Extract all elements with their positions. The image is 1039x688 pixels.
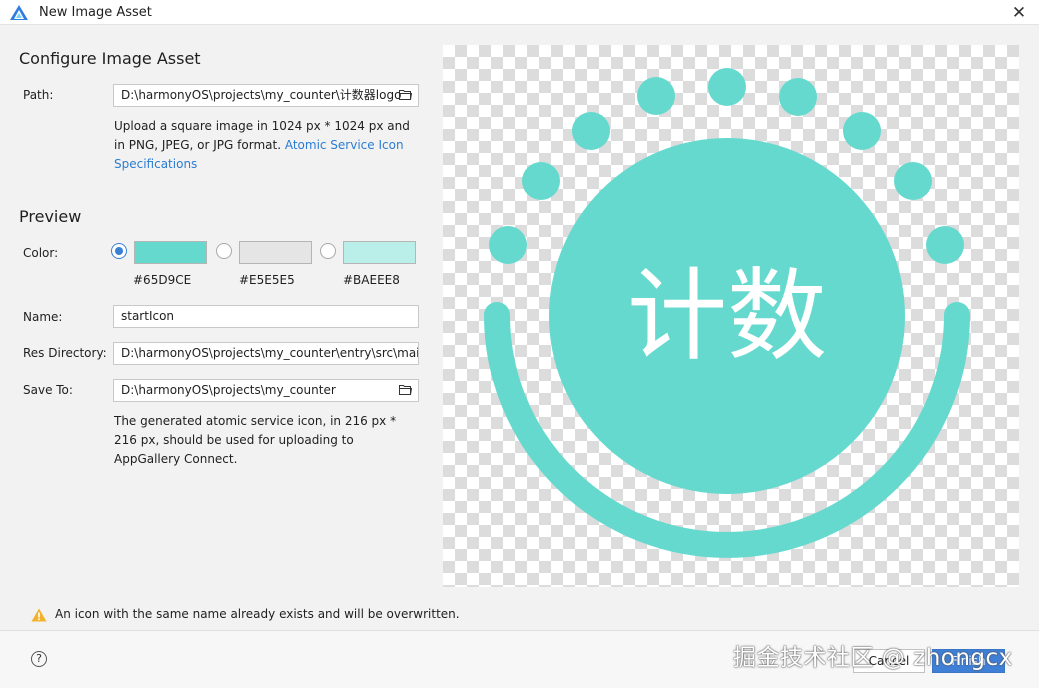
name-input[interactable]: startIcon: [113, 305, 419, 328]
icon-preview-image: 计数: [484, 68, 970, 558]
save-to-value: D:\harmonyOS\projects\my_counter: [121, 383, 336, 397]
upload-help-text: Upload a square image in 1024 px * 1024 …: [114, 117, 414, 174]
window-title: New Image Asset: [39, 5, 152, 20]
title-bar: New Image Asset ✕: [0, 0, 1039, 25]
color-label: Color:: [23, 246, 59, 260]
color-label-2: #E5E5E5: [239, 273, 295, 287]
save-note-text: The generated atomic service icon, in 21…: [114, 414, 397, 466]
res-directory-value: D:\harmonyOS\projects\my_counter\entry\s…: [121, 346, 419, 360]
folder-icon[interactable]: [399, 384, 412, 395]
close-icon[interactable]: ✕: [1009, 3, 1029, 23]
preview-section-title: Preview: [19, 207, 82, 226]
path-label: Path:: [23, 88, 54, 102]
name-label: Name:: [23, 310, 63, 324]
icon-preview: 计数: [443, 45, 1019, 587]
color-radio-2[interactable]: [216, 243, 232, 259]
color-swatch-3[interactable]: [343, 241, 416, 264]
warning-icon: [31, 608, 47, 622]
warning-text: An icon with the same name already exist…: [55, 607, 460, 621]
save-to-field[interactable]: D:\harmonyOS\projects\my_counter: [113, 379, 419, 402]
watermark: 掘金技术社区 @ zhongcx: [733, 645, 1013, 671]
color-swatch-2[interactable]: [239, 241, 312, 264]
folder-icon[interactable]: [399, 89, 412, 100]
res-directory-label: Res Directory:: [23, 346, 107, 360]
color-radio-1[interactable]: [111, 243, 127, 259]
icon-text: 计数: [627, 258, 827, 375]
color-radio-3[interactable]: [320, 243, 336, 259]
configure-section-title: Configure Image Asset: [19, 49, 201, 68]
path-field[interactable]: D:\harmonyOS\projects\my_counter\计数器logo: [113, 84, 419, 107]
app-logo-icon: [10, 5, 28, 20]
help-icon[interactable]: ?: [31, 651, 47, 667]
res-directory-input[interactable]: D:\harmonyOS\projects\my_counter\entry\s…: [113, 342, 419, 365]
color-label-3: #BAEEE8: [343, 273, 400, 287]
color-swatch-1[interactable]: [134, 241, 207, 264]
path-value: D:\harmonyOS\projects\my_counter\计数器logo: [121, 88, 402, 102]
color-label-1: #65D9CE: [133, 273, 192, 287]
save-to-label: Save To:: [23, 383, 73, 397]
name-value: startIcon: [121, 309, 175, 323]
